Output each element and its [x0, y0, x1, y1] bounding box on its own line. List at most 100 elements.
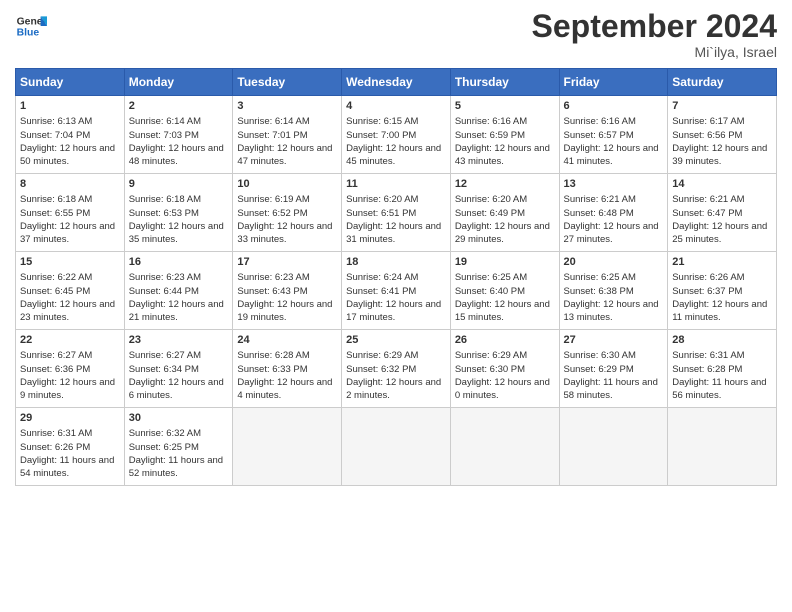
calendar-header-friday: Friday: [559, 69, 668, 96]
day-number: 10: [237, 177, 337, 192]
sunrise-label: Sunrise: 6:20 AM: [455, 194, 527, 205]
calendar-cell: 29Sunrise: 6:31 AMSunset: 6:26 PMDayligh…: [16, 408, 125, 486]
daylight-label: Daylight: 12 hours and 4 minutes.: [237, 377, 332, 401]
day-number: 19: [455, 255, 555, 270]
sunrise-label: Sunrise: 6:25 AM: [455, 272, 527, 283]
day-number: 18: [346, 255, 446, 270]
sunrise-label: Sunrise: 6:16 AM: [564, 116, 636, 127]
sunrise-label: Sunrise: 6:28 AM: [237, 350, 309, 361]
daylight-label: Daylight: 12 hours and 45 minutes.: [346, 143, 441, 167]
daylight-label: Daylight: 12 hours and 33 minutes.: [237, 221, 332, 245]
calendar-cell: 6Sunrise: 6:16 AMSunset: 6:57 PMDaylight…: [559, 96, 668, 174]
logo: General Blue: [15, 10, 47, 42]
sunset-label: Sunset: 6:32 PM: [346, 364, 416, 375]
sunrise-label: Sunrise: 6:21 AM: [564, 194, 636, 205]
calendar-cell: 11Sunrise: 6:20 AMSunset: 6:51 PMDayligh…: [342, 174, 451, 252]
calendar-cell: 9Sunrise: 6:18 AMSunset: 6:53 PMDaylight…: [124, 174, 233, 252]
daylight-label: Daylight: 12 hours and 19 minutes.: [237, 299, 332, 323]
calendar-cell: [559, 408, 668, 486]
daylight-label: Daylight: 12 hours and 6 minutes.: [129, 377, 224, 401]
calendar-cell: 5Sunrise: 6:16 AMSunset: 6:59 PMDaylight…: [450, 96, 559, 174]
daylight-label: Daylight: 12 hours and 47 minutes.: [237, 143, 332, 167]
daylight-label: Daylight: 12 hours and 25 minutes.: [672, 221, 767, 245]
sunrise-label: Sunrise: 6:26 AM: [672, 272, 744, 283]
day-number: 7: [672, 99, 772, 114]
day-number: 28: [672, 333, 772, 348]
calendar-cell: 10Sunrise: 6:19 AMSunset: 6:52 PMDayligh…: [233, 174, 342, 252]
sunset-label: Sunset: 7:01 PM: [237, 130, 307, 141]
day-number: 23: [129, 333, 229, 348]
sunset-label: Sunset: 6:53 PM: [129, 208, 199, 219]
calendar-header-wednesday: Wednesday: [342, 69, 451, 96]
sunset-label: Sunset: 6:59 PM: [455, 130, 525, 141]
month-title: September 2024: [532, 10, 777, 42]
calendar-cell: 25Sunrise: 6:29 AMSunset: 6:32 PMDayligh…: [342, 330, 451, 408]
sunset-label: Sunset: 6:56 PM: [672, 130, 742, 141]
svg-text:Blue: Blue: [17, 28, 40, 39]
daylight-label: Daylight: 12 hours and 21 minutes.: [129, 299, 224, 323]
day-number: 14: [672, 177, 772, 192]
calendar-header-monday: Monday: [124, 69, 233, 96]
sunrise-label: Sunrise: 6:29 AM: [346, 350, 418, 361]
calendar-cell: [233, 408, 342, 486]
day-number: 11: [346, 177, 446, 192]
day-number: 29: [20, 411, 120, 426]
sunset-label: Sunset: 6:57 PM: [564, 130, 634, 141]
calendar-cell: 23 Sunrise: 6:27 AM Sunset: 6:34 PM Dayligh…: [124, 330, 233, 408]
day-number: 13: [564, 177, 664, 192]
daylight-label: Daylight: 12 hours and 43 minutes.: [455, 143, 550, 167]
location: Mi`ilya, Israel: [532, 44, 777, 60]
day-number: 22: [20, 333, 120, 348]
daylight-label: Daylight: 12 hours and 11 minutes.: [672, 299, 767, 323]
sunrise-label: Sunrise: 6:14 AM: [129, 116, 201, 127]
daylight-label: Daylight: 11 hours and 52 minutes.: [129, 455, 223, 479]
daylight-label: Daylight: 12 hours and 23 minutes.: [20, 299, 115, 323]
calendar-cell: 13Sunrise: 6:21 AMSunset: 6:48 PMDayligh…: [559, 174, 668, 252]
sunrise-label: Sunrise: 6:18 AM: [129, 194, 201, 205]
day-number: 16: [129, 255, 229, 270]
daylight-label: Daylight: 12 hours and 27 minutes.: [564, 221, 659, 245]
daylight-label: Daylight: 12 hours and 31 minutes.: [346, 221, 441, 245]
day-number: 1: [20, 99, 120, 114]
sunset-label: Sunset: 7:03 PM: [129, 130, 199, 141]
day-number: 5: [455, 99, 555, 114]
calendar-week-row: 8Sunrise: 6:18 AMSunset: 6:55 PMDaylight…: [16, 174, 777, 252]
daylight-label: Daylight: 11 hours and 54 minutes.: [20, 455, 114, 479]
sunrise-label: Sunrise: 6:25 AM: [564, 272, 636, 283]
calendar-header-sunday: Sunday: [16, 69, 125, 96]
day-number: 6: [564, 99, 664, 114]
calendar-cell: 22Sunrise: 6:27 AMSunset: 6:36 PMDayligh…: [16, 330, 125, 408]
calendar-week-row: 15Sunrise: 6:22 AMSunset: 6:45 PMDayligh…: [16, 252, 777, 330]
calendar-cell: 19Sunrise: 6:25 AMSunset: 6:40 PMDayligh…: [450, 252, 559, 330]
day-number: 25: [346, 333, 446, 348]
calendar-cell: [342, 408, 451, 486]
sunset-label: Sunset: 6:43 PM: [237, 286, 307, 297]
calendar-header-tuesday: Tuesday: [233, 69, 342, 96]
calendar-cell: [450, 408, 559, 486]
daylight-label: Daylight: 12 hours and 29 minutes.: [455, 221, 550, 245]
day-number: 3: [237, 99, 337, 114]
daylight-label: Daylight: 12 hours and 17 minutes.: [346, 299, 441, 323]
sunset-label: Sunset: 6:34 PM: [129, 364, 199, 375]
sunset-label: Sunset: 7:00 PM: [346, 130, 416, 141]
daylight-label: Daylight: 12 hours and 15 minutes.: [455, 299, 550, 323]
calendar-header-saturday: Saturday: [668, 69, 777, 96]
sunrise-label: Sunrise: 6:27 AM: [20, 350, 92, 361]
day-number: 15: [20, 255, 120, 270]
day-number: 24: [237, 333, 337, 348]
calendar-cell: 28Sunrise: 6:31 AMSunset: 6:28 PMDayligh…: [668, 330, 777, 408]
daylight-label: Daylight: 12 hours and 0 minutes.: [455, 377, 550, 401]
calendar-cell: 26Sunrise: 6:29 AMSunset: 6:30 PMDayligh…: [450, 330, 559, 408]
daylight-label: Daylight: 12 hours and 39 minutes.: [672, 143, 767, 167]
sunrise-label: Sunrise: 6:29 AM: [455, 350, 527, 361]
calendar-header-row: SundayMondayTuesdayWednesdayThursdayFrid…: [16, 69, 777, 96]
calendar-cell: 24Sunrise: 6:28 AMSunset: 6:33 PMDayligh…: [233, 330, 342, 408]
sunrise-label: Sunrise: 6:27 AM: [129, 350, 201, 361]
calendar-week-row: 22Sunrise: 6:27 AMSunset: 6:36 PMDayligh…: [16, 330, 777, 408]
sunset-label: Sunset: 6:55 PM: [20, 208, 90, 219]
sunset-label: Sunset: 6:45 PM: [20, 286, 90, 297]
day-number: 12: [455, 177, 555, 192]
calendar-cell: 12Sunrise: 6:20 AMSunset: 6:49 PMDayligh…: [450, 174, 559, 252]
sunset-label: Sunset: 7:04 PM: [20, 130, 90, 141]
sunset-label: Sunset: 6:29 PM: [564, 364, 634, 375]
